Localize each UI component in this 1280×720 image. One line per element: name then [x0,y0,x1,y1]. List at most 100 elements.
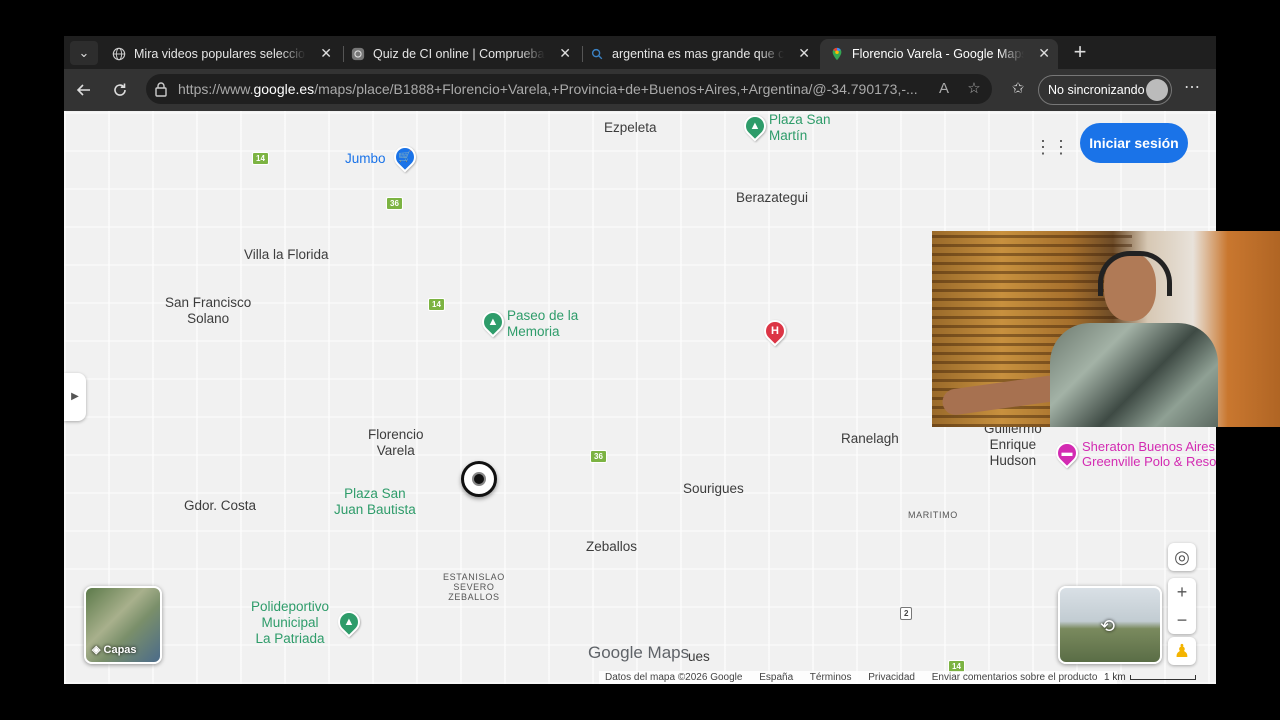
country-link[interactable]: España [759,672,793,683]
address-toolbar: https://www.google.es/maps/place/B1888+F… [64,69,1216,111]
poi-label-line: Paseo de la [507,308,579,323]
poi-label-line: La Patriada [255,631,325,646]
poi-polideportivo[interactable]: Polideportivo Municipal La Patriada [251,599,329,647]
tab-strip: ⌄ Mira videos populares seleccionados ✕ … [64,36,1216,69]
new-tab-button[interactable]: + [1068,40,1092,64]
poi-label-line: Martín [769,128,808,143]
expand-side-panel-button[interactable]: ▶ [64,373,86,421]
maps-pin-icon [832,47,842,61]
address-bar[interactable]: https://www.google.es/maps/place/B1888+F… [146,74,992,104]
terms-link[interactable]: Términos [810,672,852,683]
reload-button[interactable] [107,77,133,103]
rotate-360-icon: ⟲ [1100,616,1116,636]
place-ezpeleta[interactable]: Ezpeleta [604,120,657,136]
zoom-out-button[interactable]: − [1168,606,1196,634]
arrow-left-icon [76,84,90,96]
place-label-line: San Francisco [165,295,252,310]
webcam-overlay [932,231,1280,427]
more-options-icon[interactable]: ⋯ [1182,77,1202,97]
route-36-shield: 36 [590,450,607,463]
tab-actions-menu-button[interactable]: ⌄ [70,41,98,65]
place-gdor-costa[interactable]: Gdor. Costa [184,498,256,514]
tab-videos[interactable]: Mira videos populares seleccionados ✕ [102,39,340,69]
feedback-link[interactable]: Enviar comentarios sobre el producto [932,672,1098,683]
route-36-shield: 36 [386,197,403,210]
read-aloud-icon[interactable]: A [934,79,954,99]
place-label-line: ESTANISLAO [443,572,505,582]
chevron-down-icon: ⌄ [78,45,90,60]
zoom-in-button[interactable]: + [1168,578,1196,606]
favorites-collection-icon[interactable]: ✩ [1008,79,1028,99]
tab-search[interactable]: argentina es mas grande que colombia ✕ [580,39,818,69]
back-button[interactable] [71,77,97,103]
poi-label-line: Sheraton Buenos Aires [1082,439,1215,454]
layers-text: Capas [103,644,137,656]
refresh-icon [114,83,126,96]
place-maritimo[interactable]: MARITIMO [908,510,958,520]
privacy-link[interactable]: Privacidad [868,672,915,683]
place-sourigues[interactable]: Sourigues [683,481,744,497]
headset-icon [1098,251,1172,296]
street-view-thumbnail[interactable]: ⟲ [1058,586,1162,664]
favorite-star-icon[interactable]: ☆ [964,79,984,99]
search-icon [591,48,603,60]
route-2-shield: 2 [900,607,913,620]
close-tab-icon[interactable]: ✕ [559,45,571,62]
place-label-line: Hudson [989,453,1037,468]
minus-icon: − [1176,610,1188,630]
poi-label-line: Plaza San [344,486,406,501]
profile-label: No sincronizando [1048,83,1145,97]
poi-jumbo[interactable]: Jumbo [345,151,386,166]
route-14-shield: 14 [252,152,269,165]
quiz-icon [351,47,365,61]
scale-bar[interactable]: 1 km [1104,672,1196,683]
close-tab-icon[interactable]: ✕ [320,45,332,62]
pegman-icon[interactable]: ♟ [1168,637,1196,665]
poi-label-line: Polideportivo [251,599,330,614]
poi-label-line: Memoria [507,324,560,339]
webcam-person-body [1050,323,1218,427]
place-partial-label[interactable]: ues [688,649,710,665]
tab-quiz[interactable]: Quiz de CI online | Comprueba tu CI ✕ [341,39,579,69]
scale-ruler [1129,674,1196,680]
place-estanislao-severo-zeballos[interactable]: ESTANISLAO SEVERO ZEBALLOS [443,572,505,602]
place-berazategui[interactable]: Berazategui [736,190,808,206]
layers-button[interactable]: ◈ Capas [84,586,162,664]
lock-icon[interactable] [154,81,168,97]
poi-sheraton[interactable]: Sheraton Buenos Aires Greenville Polo & … [1082,439,1216,469]
url-domain: google.es [253,81,315,97]
my-location-button[interactable]: ◎ [1168,543,1196,571]
sign-in-button[interactable]: Iniciar sesión [1080,123,1188,163]
place-zeballos[interactable]: Zeballos [586,539,637,555]
place-florencio-varela[interactable]: Florencio Varela [368,427,424,459]
place-san-francisco-solano[interactable]: San Francisco Solano [165,295,251,327]
avatar-icon [1146,79,1168,101]
place-ranelagh[interactable]: Ranelagh [841,431,899,447]
place-label-line: SEVERO [453,582,495,592]
poi-label-line: Juan Bautista [334,502,416,517]
mouse-cursor [461,461,497,497]
crosshair-icon: ◎ [1174,547,1190,567]
close-tab-icon[interactable]: ✕ [1038,45,1050,62]
plus-icon: + [1073,39,1087,64]
url-text[interactable]: https://www.google.es/maps/place/B1888+F… [178,81,938,97]
scale-label: 1 km [1104,672,1126,683]
place-villa-la-florida[interactable]: Villa la Florida [244,247,329,263]
poi-paseo-de-la-memoria[interactable]: Paseo de la Memoria [507,308,578,340]
tab-google-maps[interactable]: Florencio Varela - Google Maps ✕ [820,39,1058,69]
tab-label: Quiz de CI online | Comprueba tu CI [373,47,545,61]
map-data-attribution: Datos del mapa ©2026 Google [605,672,743,683]
profile-button[interactable]: No sincronizando [1038,75,1172,105]
poi-label-line: Plaza San [769,112,831,127]
plus-icon: + [1176,582,1188,602]
google-apps-icon[interactable]: ⋮⋮ [1034,134,1070,160]
place-guillermo-enrique-hudson[interactable]: Guillermo Enrique Hudson [984,421,1042,469]
poi-plaza-san-juan-bautista[interactable]: Plaza San Juan Bautista [334,486,416,518]
poi-plaza-san-martin[interactable]: Plaza San Martín [769,112,831,144]
close-tab-icon[interactable]: ✕ [798,45,810,62]
chevron-right-icon: ▶ [71,391,79,402]
place-label-line: Solano [187,311,230,326]
globe-icon [112,47,126,61]
route-14-shield: 14 [428,298,445,311]
map-footer: Datos del mapa ©2026 Google España Térmi… [599,671,1118,684]
